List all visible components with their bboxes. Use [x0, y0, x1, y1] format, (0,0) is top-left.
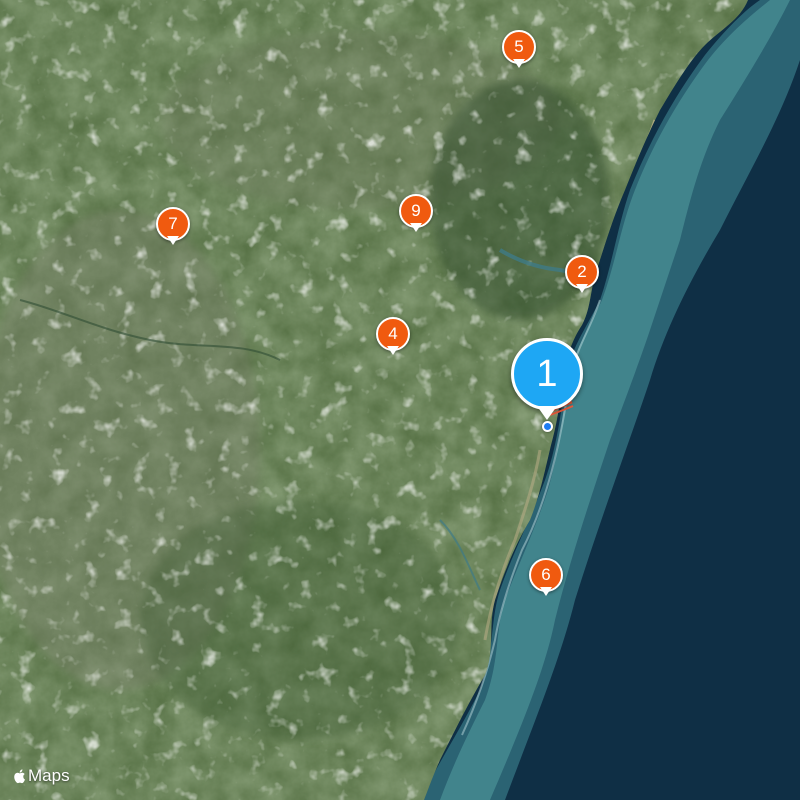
pin-pointer	[513, 59, 525, 68]
pin-pointer	[387, 346, 399, 355]
map-pin-9[interactable]: 9	[399, 194, 433, 238]
maps-attribution[interactable]: Maps	[12, 766, 70, 786]
pin-pointer	[167, 236, 179, 245]
map-pin-7[interactable]: 7	[156, 207, 190, 251]
pin-pointer	[576, 284, 588, 293]
pin-pointer	[537, 406, 557, 420]
map-pin-4[interactable]: 4	[376, 317, 410, 361]
attribution-label: Maps	[28, 766, 70, 785]
pin-badge-1: 1	[511, 338, 583, 410]
pin-pointer	[410, 223, 422, 232]
apple-logo-icon	[14, 769, 25, 784]
current-location-dot	[542, 421, 553, 432]
satellite-map[interactable]	[0, 0, 800, 800]
map-pin-1-selected[interactable]: 1	[511, 338, 587, 434]
map-pin-6[interactable]: 6	[529, 558, 563, 602]
pin-pointer	[540, 587, 552, 596]
map-pin-2[interactable]: 2	[565, 255, 599, 299]
map-pin-5[interactable]: 5	[502, 30, 536, 74]
